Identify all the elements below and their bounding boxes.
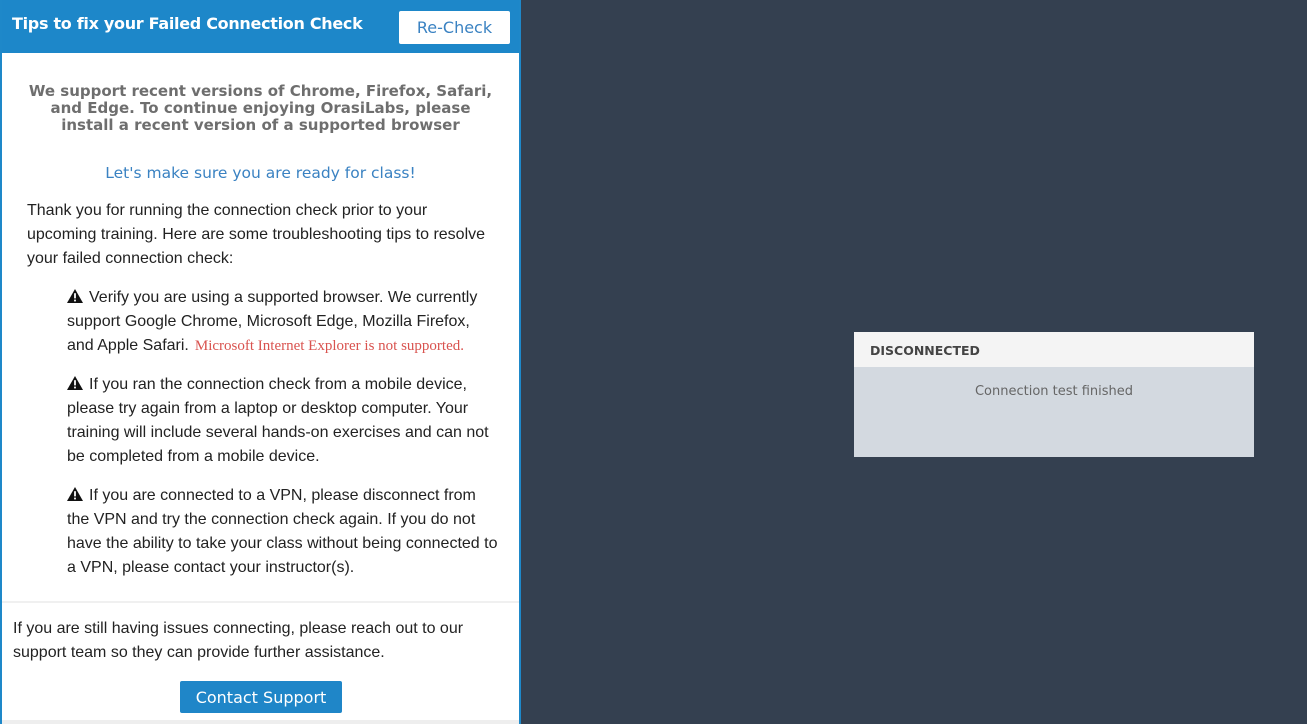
tip-mobile-device: If you ran the connection check from a m… (67, 373, 499, 469)
panel-body[interactable]: We support recent versions of Chrome, Fi… (2, 53, 519, 601)
connection-status-card: DISCONNECTED Connection test finished (854, 332, 1254, 457)
footer-divider (2, 720, 519, 724)
ie-not-supported-note: Microsoft Internet Explorer is not suppo… (194, 338, 464, 354)
panel-footer: If you are still having issues connectin… (2, 601, 519, 724)
browser-support-notice: We support recent versions of Chrome, Fi… (28, 82, 493, 134)
tip-supported-browser: Verify you are using a supported browser… (67, 286, 499, 358)
ready-for-class-line: Let's make sure you are ready for class! (105, 164, 416, 182)
recheck-button[interactable]: Re-Check (399, 11, 510, 44)
warning-icon (67, 289, 83, 303)
warning-icon (67, 376, 83, 390)
status-header: DISCONNECTED (854, 332, 1254, 367)
tip-vpn: If you are connected to a VPN, please di… (67, 484, 499, 580)
intro-text: Thank you for running the connection che… (27, 202, 486, 267)
panel-title: Tips to fix your Failed Connection Check (12, 14, 363, 33)
connection-tips-panel: Tips to fix your Failed Connection Check… (0, 0, 521, 724)
tip-text: If you ran the connection check from a m… (67, 376, 489, 465)
warning-icon (67, 487, 83, 501)
tip-text: If you are connected to a VPN, please di… (67, 487, 498, 576)
support-help-text: If you are still having issues connectin… (13, 620, 464, 661)
panel-header: Tips to fix your Failed Connection Check… (2, 0, 519, 53)
status-message: Connection test finished (974, 384, 1134, 399)
contact-support-button[interactable]: Contact Support (180, 681, 342, 713)
status-title: DISCONNECTED (870, 343, 980, 358)
